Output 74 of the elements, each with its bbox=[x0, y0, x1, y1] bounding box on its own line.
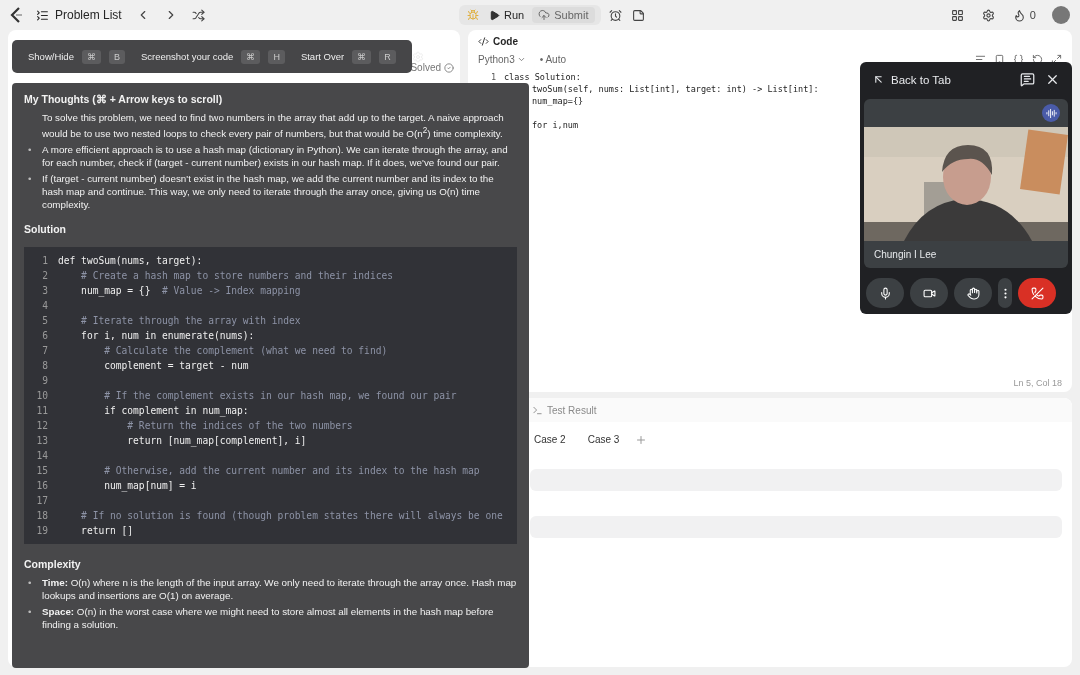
participant-name: Chungin I Lee bbox=[873, 248, 938, 262]
code-line: twoSum(self, nums: List[int], target: int) -> List[int]: bbox=[532, 84, 819, 94]
section-title: Solution bbox=[24, 223, 67, 236]
bullet-marker: • bbox=[28, 576, 33, 591]
key-cap: ⌘ bbox=[241, 49, 261, 64]
code-line: return [num_map[complement], i] bbox=[126, 435, 307, 447]
complexity-text: Time: O(n) where n is the length of the input array. We only need to iterate through the array once. Hash map lookups and insertions are O(1) on average. bbox=[42, 576, 517, 603]
key-cap: R bbox=[379, 49, 396, 64]
code-line: num_map = {} # Value -> Index mapping bbox=[80, 285, 301, 297]
code-line: # If the complement exists in our hash map, we found our pair bbox=[103, 390, 457, 402]
code-line: complement = target - num bbox=[103, 360, 249, 372]
line-number: 1 bbox=[41, 255, 48, 267]
line-number: 15 bbox=[35, 465, 48, 477]
thought-text: To solve this problem, we need to find two numbers in the array that add up to the target. A naive approach would be to use two nested loops to check every pair of numbers, but that would be O(n$^{2}$) time complexity. bbox=[42, 111, 505, 141]
line-number: 19 bbox=[35, 525, 48, 537]
code-line: for i,num bbox=[532, 120, 579, 130]
code-line: for i, num in enumerate(nums): bbox=[80, 330, 255, 342]
key-cap: ⌘ bbox=[81, 49, 101, 64]
code-line: return [] bbox=[80, 525, 134, 537]
code-line: # Return the indices of the two numbers bbox=[126, 420, 353, 432]
key-cap: B bbox=[108, 49, 125, 64]
line-number: 10 bbox=[35, 390, 48, 402]
cursor-position: Ln 5, Col 18 bbox=[1012, 377, 1063, 390]
shortcut-label: Show/Hide bbox=[28, 51, 74, 62]
line-number: 4 bbox=[41, 300, 48, 312]
section-title: Complexity bbox=[24, 558, 82, 571]
code-line: class Solution: bbox=[504, 72, 581, 82]
thought-text: A more efficient approach is to use a hash map (dictionary in Python). We can iterate through the array, and for each number, check if (target - current number) exists in our hash map. If it does, we've found our pair. bbox=[42, 143, 509, 170]
line-number: 5 bbox=[41, 315, 48, 327]
shortcut-label: Start Over bbox=[300, 51, 345, 62]
bullet-marker: • bbox=[28, 172, 33, 187]
streak-counter[interactable]: 0 bbox=[1010, 6, 1038, 24]
line-number: 3 bbox=[41, 285, 48, 297]
language-select[interactable]: Python3 bbox=[478, 53, 526, 65]
case-tab[interactable]: Case 2 bbox=[528, 430, 572, 449]
line-number: 12 bbox=[35, 420, 48, 432]
line-number: 6 bbox=[41, 330, 48, 342]
mode-label: • Auto bbox=[539, 53, 566, 65]
code-line: num_map[num] = i bbox=[103, 480, 197, 492]
submit-button[interactable]: Submit bbox=[532, 7, 595, 23]
code-line: if complement in num_map: bbox=[103, 405, 249, 417]
bullet-marker: • bbox=[28, 143, 33, 158]
line-number: 9 bbox=[41, 375, 48, 387]
code-line: def twoSum(nums, target): bbox=[58, 255, 203, 267]
code-line: # Create a hash map to store numbers and their indices bbox=[80, 270, 393, 282]
line-number: 14 bbox=[35, 450, 48, 462]
line-number: 11 bbox=[35, 405, 48, 417]
line-number: 1 bbox=[489, 72, 496, 82]
bullet-marker: • bbox=[28, 605, 33, 620]
line-number: 16 bbox=[35, 480, 48, 492]
solved-status: Solved bbox=[410, 62, 454, 73]
shortcut-label: Screenshot your code bbox=[140, 51, 234, 62]
complexity-text: Space: O(n) in the worst case where we might need to store almost all elements in the hash map before finding a solution. bbox=[42, 605, 495, 632]
code-line: # Otherwise, add the current number and its index to the hash map bbox=[103, 465, 480, 477]
case-tab[interactable]: Case 3 bbox=[581, 430, 626, 449]
code-line: # Calculate the complement (what we need to find) bbox=[103, 345, 388, 357]
panel-tab[interactable]: Test Result bbox=[528, 402, 601, 418]
key-cap: H bbox=[268, 49, 285, 64]
thought-text: If (target - current number) doesn't exist in the hash map, we add the current number and its index to the hash map and continue. This way, we only need to iterate through the array once, giving us O(n) time complexity. bbox=[42, 172, 495, 212]
line-number: 18 bbox=[35, 510, 48, 522]
run-button[interactable]: Run bbox=[487, 7, 527, 23]
line-number: 17 bbox=[35, 495, 48, 507]
line-number: 8 bbox=[41, 360, 48, 372]
problem-list-button[interactable]: Problem List bbox=[34, 6, 124, 24]
key-cap: ⌘ bbox=[352, 49, 372, 64]
line-number: 7 bbox=[41, 345, 48, 357]
section-title: My Thoughts (⌘ + Arrow keys to scroll) bbox=[24, 93, 224, 105]
code-line: # If no solution is found (though problem states there will always be one bbox=[80, 510, 503, 522]
line-number: 2 bbox=[41, 270, 48, 282]
code-tab[interactable]: Code bbox=[474, 33, 522, 49]
code-line: num_map={} bbox=[532, 96, 584, 106]
back-to-tab-button[interactable]: Back to Tab bbox=[872, 73, 951, 86]
line-number: 13 bbox=[35, 435, 48, 447]
code-line: # Iterate through the array with index bbox=[80, 315, 301, 327]
